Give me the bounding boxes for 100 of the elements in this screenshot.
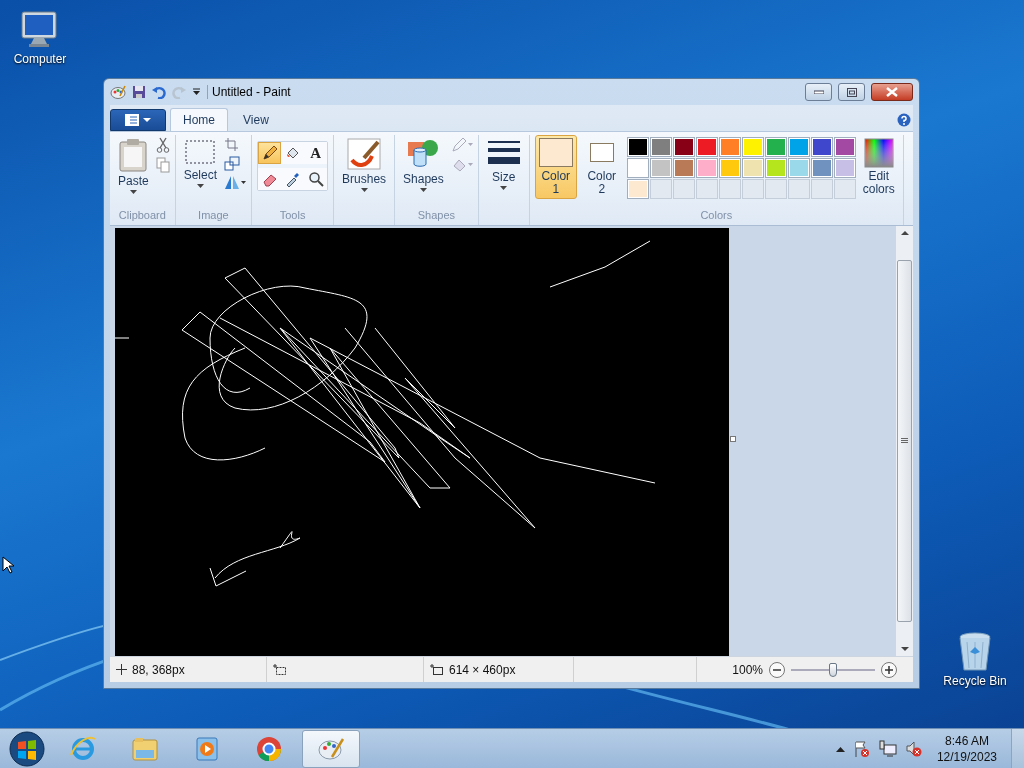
- desktop-icon-label[interactable]: Recycle Bin: [943, 674, 1007, 688]
- restore-button[interactable]: [838, 83, 865, 101]
- undo-icon[interactable]: [152, 85, 166, 99]
- caret-icon: [143, 118, 151, 122]
- customize-menu-icon[interactable]: [192, 88, 201, 96]
- palette-color[interactable]: [787, 137, 810, 157]
- caret-icon: [360, 188, 368, 192]
- group-label: Tools: [279, 209, 306, 223]
- zoom-in-button[interactable]: [881, 661, 897, 678]
- show-desktop-button[interactable]: [1011, 729, 1024, 768]
- magnifier-tool-button[interactable]: [304, 168, 328, 190]
- menu-icon: [125, 114, 139, 126]
- cursor-position-icon: [116, 664, 127, 675]
- vertical-scrollbar[interactable]: [895, 226, 913, 656]
- chrome-icon: [255, 734, 283, 763]
- ribbon-tab[interactable]: View: [230, 108, 282, 131]
- palette-color[interactable]: [672, 158, 695, 178]
- close-button[interactable]: [871, 83, 913, 101]
- palette-color[interactable]: [764, 137, 787, 157]
- color-picker-icon: [284, 171, 301, 187]
- outline-icon[interactable]: [450, 137, 473, 153]
- dashed-rectangle-icon: [184, 138, 217, 166]
- plus-icon: [885, 665, 893, 674]
- shapes-button[interactable]: Shapes: [400, 135, 447, 195]
- palette-color[interactable]: [741, 158, 764, 178]
- size-button[interactable]: Size: [483, 135, 524, 193]
- eraser-tool-button[interactable]: [258, 168, 282, 190]
- text-tool-button[interactable]: A: [304, 142, 328, 164]
- palette-color[interactable]: [718, 137, 741, 157]
- palette-color[interactable]: [626, 137, 649, 157]
- palette-color[interactable]: [649, 137, 672, 157]
- color-slot-button[interactable]: Color 1: [534, 135, 577, 199]
- clock-date[interactable]: 12/19/2023: [936, 748, 997, 765]
- paint-bucket-icon: [284, 145, 301, 161]
- close-icon: [886, 87, 898, 97]
- caret-icon: [500, 186, 508, 190]
- group-label: Colors: [700, 209, 733, 223]
- rotate-icon[interactable]: [224, 175, 247, 190]
- paint-app-icon[interactable]: [110, 84, 126, 100]
- palette-color[interactable]: [810, 158, 833, 178]
- palette-color[interactable]: [672, 137, 695, 157]
- network-icon[interactable]: [878, 739, 897, 758]
- clipboard-icon: [118, 138, 149, 172]
- pencil-tool-button[interactable]: [258, 142, 282, 164]
- edit-colors-button[interactable]: Edit colors: [859, 135, 898, 199]
- save-icon[interactable]: [132, 85, 146, 99]
- caret-icon: [129, 190, 137, 194]
- paint-bucket-tool-button[interactable]: [281, 142, 305, 164]
- taskbar-app-button[interactable]: [302, 729, 360, 768]
- clock-time[interactable]: 8:46 AM: [944, 732, 989, 749]
- select-button[interactable]: Select: [180, 135, 221, 191]
- magnifier-icon: [307, 171, 324, 187]
- minimize-icon: [813, 90, 824, 94]
- help-icon[interactable]: [897, 113, 911, 127]
- caret-icon: [196, 184, 204, 188]
- canvas-size: 614 × 460px: [449, 662, 516, 677]
- application-menu-button[interactable]: [110, 109, 166, 131]
- crop-icon[interactable]: [224, 137, 241, 152]
- speaker-muted-icon[interactable]: [904, 739, 923, 758]
- selection-size-icon: [273, 663, 287, 676]
- brushes-button[interactable]: Brushes: [339, 135, 390, 195]
- windows-logo-icon: [9, 730, 45, 767]
- cut-icon[interactable]: [155, 137, 170, 153]
- palette-color[interactable]: [810, 137, 833, 157]
- internet-explorer-icon: [69, 734, 97, 763]
- resize-handle[interactable]: [730, 436, 736, 442]
- palette-color[interactable]: [833, 158, 856, 178]
- palette-color[interactable]: [695, 137, 718, 157]
- palette-color[interactable]: [626, 158, 649, 178]
- palette-color[interactable]: [833, 137, 856, 157]
- scrollbar-thumb[interactable]: [897, 260, 912, 622]
- palette-color[interactable]: [695, 158, 718, 178]
- group-label: Clipboard: [118, 209, 166, 223]
- palette-color[interactable]: [649, 158, 672, 178]
- window-title: Untitled - Paint: [207, 85, 291, 99]
- cursor-position: 88, 368px: [132, 662, 185, 677]
- flag-warning-icon[interactable]: [852, 739, 871, 758]
- palette-color[interactable]: [787, 158, 810, 178]
- zoom-slider-thumb[interactable]: [829, 662, 837, 677]
- minimize-button[interactable]: [805, 83, 832, 101]
- group-label: Image: [198, 209, 229, 223]
- palette-color[interactable]: [764, 158, 787, 178]
- pencil-icon: [261, 145, 278, 161]
- palette-color[interactable]: [626, 179, 649, 199]
- palette-color[interactable]: [741, 137, 764, 157]
- grip-icon: [901, 438, 908, 444]
- restore-icon: [846, 87, 857, 97]
- zoom-level: 100%: [732, 662, 763, 677]
- resize-icon[interactable]: [224, 156, 241, 171]
- caret-icon: [419, 188, 427, 192]
- zoom-out-button[interactable]: [769, 661, 785, 678]
- paste-button[interactable]: Paste: [115, 135, 152, 197]
- ribbon-tab[interactable]: Home: [170, 108, 228, 131]
- canvas-size-icon: [430, 663, 444, 676]
- group-label: Shapes: [417, 209, 456, 223]
- palette-color[interactable]: [718, 158, 741, 178]
- desktop-icon-label[interactable]: Computer: [13, 52, 67, 66]
- color-slot-button[interactable]: Color 2: [580, 135, 623, 199]
- show-hidden-icons-icon[interactable]: [835, 745, 845, 752]
- copy-icon[interactable]: [155, 157, 170, 173]
